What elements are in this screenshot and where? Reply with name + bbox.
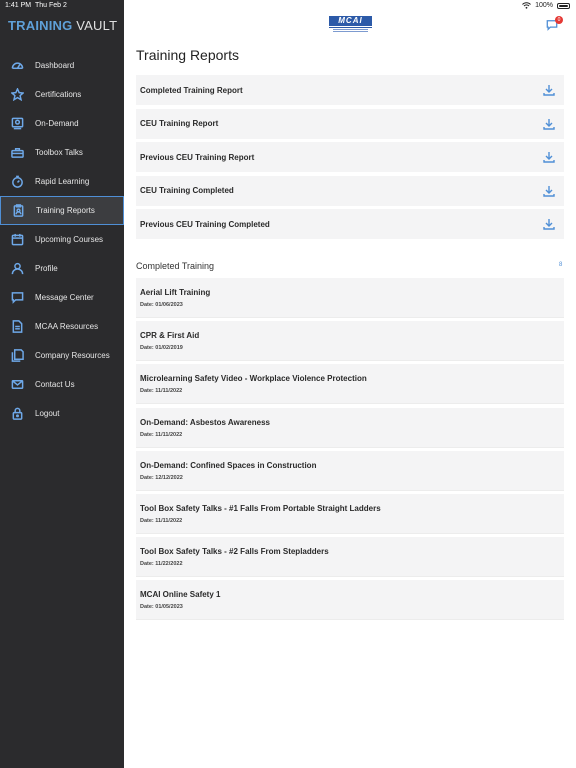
download-icon[interactable] [543,84,555,96]
brand-logo: TRAINING VAULT [8,18,117,33]
report-label: CEU Training Report [140,119,219,129]
logo-text: MCAI [329,16,372,26]
sidebar-item-toolbox-talks[interactable]: Toolbox Talks [0,138,124,167]
training-date: Date: 01/05/2023 [140,604,183,611]
sidebar-nav: Dashboard Certifications On-Demand Toolb… [0,51,124,428]
sidebar: TRAINING VAULT Dashboard Certifications … [0,0,124,768]
training-date: Date: 12/12/2022 [140,474,183,481]
training-date: Date: 11/11/2022 [140,517,183,524]
download-icon[interactable] [543,218,555,231]
download-icon[interactable] [543,151,555,163]
documents-icon [10,349,24,363]
battery-percent: 100% [535,2,553,9]
training-name: CPR & First Aid [140,331,200,341]
brand-part-vault: VAULT [72,18,118,33]
sidebar-item-mcaa-resources[interactable]: MCAA Resources [0,312,124,341]
sidebar-item-label: Training Reports [36,206,95,215]
status-date: Thu Feb 2 [35,2,67,9]
lock-icon [10,407,24,421]
sidebar-item-message-center[interactable]: Message Center [0,283,124,312]
star-icon [10,88,24,102]
sidebar-item-label: Upcoming Courses [35,235,104,244]
logo-underline [329,27,372,33]
report-row-completed-training-report[interactable]: Completed Training Report [136,75,564,105]
training-row[interactable]: Aerial Lift Training Date: 01/06/2023 [136,278,564,318]
report-list: Completed Training Report CEU Training R… [136,75,564,243]
training-row[interactable]: Tool Box Safety Talks - #2 Falls From St… [136,537,564,578]
download-icon[interactable] [543,118,555,130]
training-row[interactable]: Tool Box Safety Talks - #1 Falls From Po… [136,493,564,534]
download-icon[interactable] [543,185,555,197]
training-name: On-Demand: Asbestos Awareness [140,417,270,427]
training-list: Aerial Lift Training Date: 01/06/2023 CP… [136,278,564,624]
training-date: Date: 01/02/2019 [140,345,183,352]
user-icon [10,262,24,276]
sidebar-item-profile[interactable]: Profile [0,254,124,283]
training-name: On-Demand: Confined Spaces in Constructi… [140,460,317,470]
battery-icon [557,2,570,9]
training-row[interactable]: CPR & First Aid Date: 01/02/2019 [136,321,564,362]
completed-count: 8 [559,262,563,268]
calendar-icon [10,233,24,247]
status-bar: 1:41 PM Thu Feb 2 100% [0,0,576,12]
training-row[interactable]: On-Demand: Asbestos Awareness Date: 11/1… [136,407,564,448]
training-name: MCAI Online Safety 1 [140,590,221,600]
toolbox-icon [10,146,24,160]
page-title: Training Reports [136,47,239,63]
training-row[interactable]: On-Demand: Confined Spaces in Constructi… [136,450,564,491]
sidebar-item-label: Rapid Learning [35,177,90,186]
sidebar-item-label: Toolbox Talks [35,148,83,157]
sidebar-item-company-resources[interactable]: Company Resources [0,341,124,370]
report-row-ceu-training-report[interactable]: CEU Training Report [136,108,564,139]
training-date: Date: 11/11/2022 [140,388,183,395]
sidebar-item-label: Company Resources [35,351,110,360]
training-name: Microlearning Safety Video - Workplace V… [140,374,367,384]
report-label: Previous CEU Training Completed [140,219,270,229]
report-row-ceu-training-completed[interactable]: CEU Training Completed [136,175,564,206]
report-row-previous-ceu-training-completed[interactable]: Previous CEU Training Completed [136,209,564,240]
dashboard-icon [10,59,24,73]
sidebar-item-label: Profile [35,264,58,273]
video-icon [10,117,24,131]
training-date: Date: 11/22/2022 [140,561,183,568]
clipboard-icon [11,204,25,218]
training-date: Date: 11/11/2022 [140,431,183,438]
report-row-previous-ceu-training-report[interactable]: Previous CEU Training Report [136,142,564,173]
report-label: Completed Training Report [140,85,243,95]
sidebar-item-label: Dashboard [35,61,75,70]
sidebar-item-dashboard[interactable]: Dashboard [0,51,124,80]
sidebar-item-label: Certifications [35,90,82,99]
training-date: Date: 01/06/2023 [140,302,183,308]
brand-part-training: TRAINING [8,18,73,33]
sidebar-item-logout[interactable]: Logout [0,399,124,428]
envelope-icon [10,378,24,392]
sidebar-item-label: MCAA Resources [35,322,99,331]
section-title-completed-training: Completed Training [136,261,215,271]
report-label: Previous CEU Training Report [140,152,255,162]
sidebar-item-label: Logout [35,409,60,418]
wifi-icon [522,2,531,9]
sidebar-item-training-reports[interactable]: Training Reports [0,196,124,225]
mcai-logo: MCAI [329,16,372,34]
training-name: Tool Box Safety Talks - #2 Falls From St… [140,547,329,557]
sidebar-item-label: Contact Us [35,380,75,389]
sidebar-item-label: Message Center [35,293,94,302]
sidebar-item-certifications[interactable]: Certifications [0,80,124,109]
message-icon [10,291,24,305]
sidebar-item-contact-us[interactable]: Contact Us [0,370,124,399]
document-icon [10,320,24,334]
training-name: Tool Box Safety Talks - #1 Falls From Po… [140,503,381,513]
training-row[interactable]: MCAI Online Safety 1 Date: 01/05/2023 [136,580,564,621]
status-right: 100% [522,2,570,9]
status-time: 1:41 PM [5,2,32,9]
training-name: Aerial Lift Training [140,288,211,297]
sidebar-item-upcoming-courses[interactable]: Upcoming Courses [0,225,124,254]
report-label: CEU Training Completed [140,186,234,196]
sidebar-item-on-demand[interactable]: On-Demand [0,109,124,138]
sidebar-item-label: On-Demand [35,119,79,128]
sidebar-item-rapid-learning[interactable]: Rapid Learning [0,167,124,196]
stopwatch-icon [10,175,24,189]
notification-badge: 0 [555,16,563,24]
training-row[interactable]: Microlearning Safety Video - Workplace V… [136,364,564,405]
